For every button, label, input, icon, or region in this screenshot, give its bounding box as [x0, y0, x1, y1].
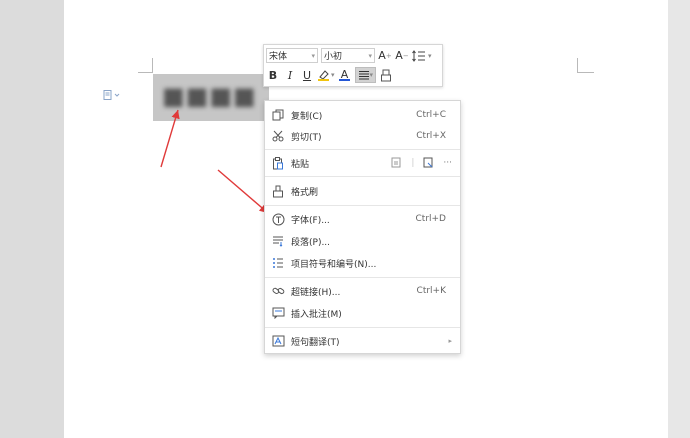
floating-format-toolbar: 宋体 ▾ 小初 ▾ A + A − ▾ B I U ▾ A ▾	[263, 44, 443, 87]
menu-item-label: 插入批注(M)	[291, 309, 342, 320]
menu-separator	[265, 327, 460, 328]
menu-item-label: 超链接(H)...	[291, 287, 341, 298]
menu-item-font[interactable]: 字体(F)... Ctrl+D	[265, 209, 460, 229]
paste-more-button[interactable]: ···	[443, 158, 452, 168]
shrink-font-button[interactable]: A −	[395, 48, 409, 64]
shortcut-label: Ctrl+X	[416, 131, 446, 141]
menu-separator	[265, 176, 460, 177]
line-spacing-icon	[412, 49, 425, 62]
shortcut-label: Ctrl+D	[415, 214, 447, 224]
font-size-combo[interactable]: 小初 ▾	[321, 48, 375, 63]
context-menu: 复制(C) Ctrl+C 剪切(T) Ctrl+X 粘贴 | ··· 格式刷 字…	[264, 100, 461, 354]
brush-icon	[271, 184, 285, 198]
arrow-to-font-item	[217, 169, 269, 214]
copy-icon	[271, 108, 285, 122]
brush-icon	[381, 69, 392, 81]
menu-item-paste[interactable]: 粘贴 | ···	[265, 153, 460, 173]
arrow-to-selection	[160, 109, 180, 168]
menu-item-format-painter[interactable]: 格式刷	[265, 181, 460, 201]
menu-item-label: 剪切(T)	[291, 132, 322, 143]
format-painter-button[interactable]	[379, 67, 393, 83]
menu-item-label: 字体(F)...	[291, 215, 330, 226]
menu-item-copy[interactable]: 复制(C) Ctrl+C	[265, 105, 460, 125]
menu-item-bullets[interactable]: 项目符号和编号(N)...	[265, 253, 460, 273]
bold-glyph: B	[268, 68, 278, 82]
italic-glyph: I	[287, 68, 293, 82]
scissors-icon	[271, 129, 285, 143]
font-color-glyph: A	[340, 67, 349, 81]
menu-item-insert-comment[interactable]: 插入批注(M)	[265, 303, 460, 323]
font-size-value: 小初	[324, 52, 343, 62]
underline-button[interactable]: U	[300, 67, 314, 83]
menu-item-label: 格式刷	[291, 187, 319, 198]
menu-item-hyperlink[interactable]: 超链接(H)... Ctrl+K	[265, 281, 460, 301]
menu-item-translate[interactable]: 短句翻译(T) ▸	[265, 331, 460, 351]
menu-item-label: 段落(P)...	[291, 237, 331, 248]
translate-icon	[271, 334, 285, 348]
menu-separator	[265, 149, 460, 150]
grow-font-glyph: A	[378, 49, 386, 62]
align-justify-icon	[358, 71, 369, 80]
menu-item-cut[interactable]: 剪切(T) Ctrl+X	[265, 126, 460, 146]
bold-button[interactable]: B	[266, 67, 280, 83]
bullet-list-icon	[271, 256, 285, 270]
link-icon	[271, 284, 285, 298]
chevron-down-icon: ▾	[311, 51, 315, 60]
paste-keep-format-icon[interactable]	[391, 156, 402, 171]
menu-item-paragraph[interactable]: 段落(P)...	[265, 231, 460, 251]
menu-item-label: 复制(C)	[291, 111, 323, 122]
chevron-down-icon: ▾	[368, 51, 372, 60]
menu-item-label: 项目符号和编号(N)...	[291, 259, 377, 270]
paste-text-only-icon[interactable]	[423, 156, 434, 171]
font-color-bar	[339, 78, 351, 81]
menu-separator	[265, 277, 460, 278]
font-name-combo[interactable]: 宋体 ▾	[266, 48, 318, 63]
font-color-button[interactable]: A	[338, 67, 352, 83]
shortcut-label: Ctrl+K	[416, 286, 446, 296]
paste-options: | ···	[391, 156, 452, 171]
menu-item-label: 粘贴	[291, 159, 310, 170]
submenu-arrow-icon: ▸	[448, 337, 452, 345]
shortcut-label: Ctrl+C	[416, 110, 446, 120]
highlighter-icon	[318, 70, 329, 81]
clipboard-icon	[271, 156, 285, 170]
grow-font-button[interactable]: A +	[378, 48, 392, 64]
line-spacing-button[interactable]: ▾	[412, 48, 432, 64]
menu-separator	[265, 205, 460, 206]
font-icon	[271, 212, 285, 226]
underline-glyph: U	[302, 68, 312, 82]
comment-icon	[271, 306, 285, 320]
font-name-value: 宋体	[269, 52, 288, 62]
menu-item-label: 短句翻译(T)	[291, 337, 340, 348]
highlight-button[interactable]: ▾	[317, 67, 335, 83]
align-button[interactable]: ▾	[354, 67, 377, 83]
paragraph-icon	[271, 234, 285, 248]
paste-divider: |	[411, 158, 415, 168]
italic-button[interactable]: I	[283, 67, 297, 83]
shrink-font-glyph: A	[395, 49, 403, 62]
